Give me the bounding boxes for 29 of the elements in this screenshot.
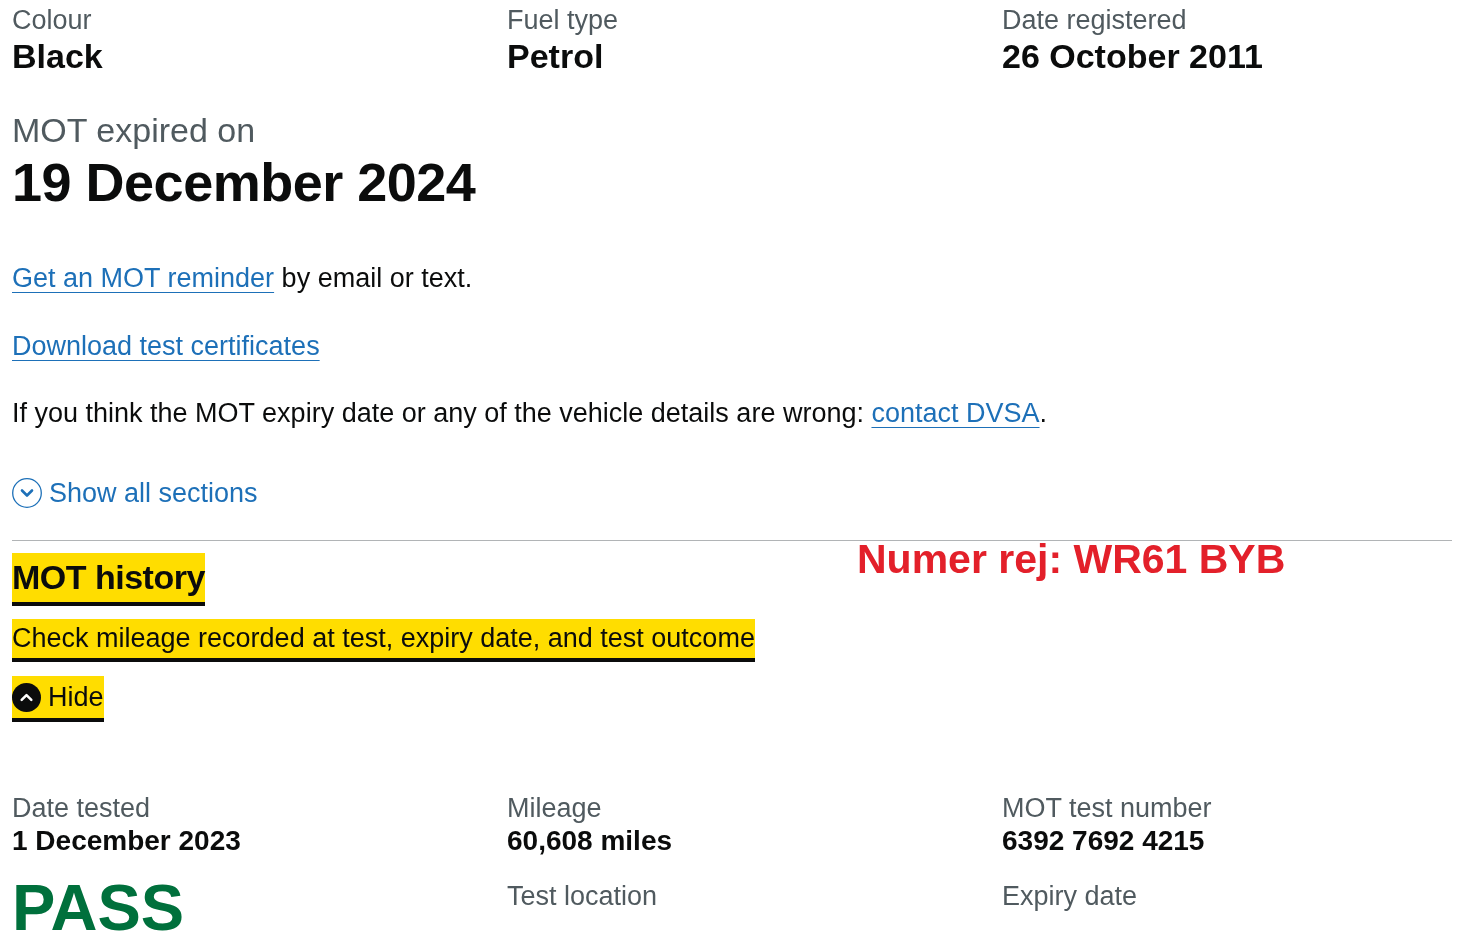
mot-expiry-date: 19 December 2024: [12, 152, 476, 212]
test-result: PASS: [12, 880, 185, 936]
detail-value: 26 October 2011: [1002, 36, 1263, 76]
detail-label: Date registered: [1002, 4, 1187, 36]
field-label: Mileage: [507, 792, 602, 824]
hide-toggle-button[interactable]: Hide: [12, 676, 104, 722]
mot-status-label: MOT expired on: [12, 110, 256, 151]
contact-note: If you think the MOT expiry date or any of the vehicle details are wrong: contact DVSA.: [12, 397, 1048, 430]
chevron-down-icon: [12, 478, 42, 508]
annotation-text: Numer rej: WR61 BYB: [857, 535, 1286, 583]
reminder-link[interactable]: Get an MOT reminder: [12, 263, 275, 293]
detail-label: Fuel type: [507, 4, 619, 36]
download-link[interactable]: Download test certificates: [12, 328, 320, 364]
detail-value: Black: [12, 36, 103, 76]
field-label: Expiry date: [1002, 880, 1138, 912]
show-all-sections-button[interactable]: Show all sections: [12, 475, 258, 511]
contact-link[interactable]: contact DVSA: [871, 398, 1040, 428]
chevron-up-icon: [12, 682, 41, 712]
detail-value: Petrol: [507, 36, 604, 76]
field-label: Test location: [507, 880, 658, 912]
field-value: 1 December 2023: [12, 824, 241, 858]
detail-label: Colour: [12, 4, 92, 36]
reminder-text: Get an MOT reminder by email or text.: [12, 262, 473, 295]
section-summary: Check mileage recorded at test, expiry date, and test outcome: [12, 619, 755, 662]
field-label: Date tested: [12, 792, 151, 824]
field-label: MOT test number: [1002, 792, 1212, 824]
field-value: 6392 7692 4215: [1002, 824, 1205, 858]
section-heading[interactable]: MOT history: [12, 553, 205, 606]
field-value: 60,608 miles: [507, 824, 673, 858]
